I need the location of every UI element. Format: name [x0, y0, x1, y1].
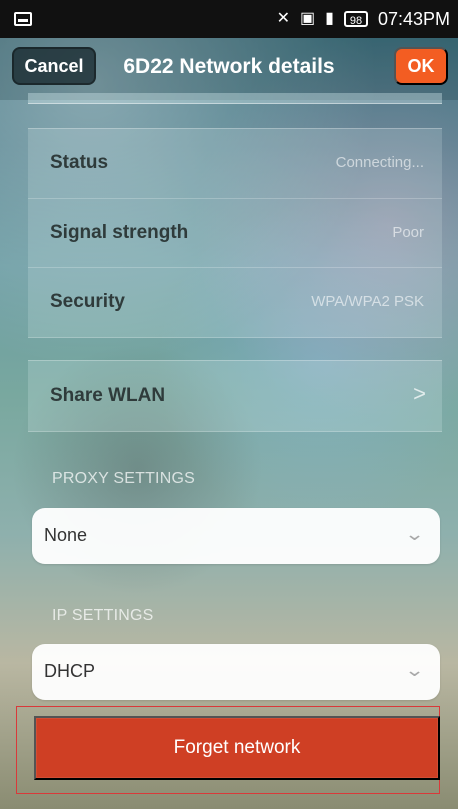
security-label: Security — [50, 291, 125, 312]
top-scroll-strip — [28, 93, 442, 104]
network-details-card: Status Connecting... Signal strength Poo… — [28, 128, 442, 338]
forget-network-button[interactable]: Forget network — [34, 716, 440, 780]
chevron-down-icon: ⌄ — [404, 524, 425, 544]
status-label: Status — [50, 152, 109, 173]
share-wlan-label: Share WLAN — [50, 385, 166, 406]
status-value: Connecting... — [335, 154, 424, 171]
proxy-settings-label: PROXY SETTINGS — [52, 470, 195, 487]
header-bar: Cancel 6D22 Network details OK — [0, 38, 458, 100]
security-row: Security WPA/WPA2 PSK — [28, 267, 442, 336]
screen-icon — [14, 12, 32, 26]
ip-settings-dropdown[interactable]: DHCP ⌄ — [32, 644, 440, 700]
proxy-settings-value: None — [44, 525, 88, 545]
security-value: WPA/WPA2 PSK — [311, 293, 424, 310]
status-bar-right: ✕ ▣ ▮ 98 07:43PM — [277, 0, 450, 38]
signal-strength-row: Signal strength Poor — [28, 198, 442, 267]
signal-strength-value: Poor — [392, 224, 424, 241]
signal-icon: ▮ — [325, 10, 334, 27]
status-bar: ✕ ▣ ▮ 98 07:43PM — [0, 0, 458, 38]
status-bar-time: 07:43PM — [377, 8, 450, 29]
proxy-settings-dropdown[interactable]: None ⌄ — [32, 508, 440, 564]
page-title: 6D22 Network details — [123, 55, 335, 78]
status-bar-left — [14, 0, 32, 38]
wifi-off-icon: ✕ — [276, 10, 291, 27]
share-wlan-row[interactable]: Share WLAN > — [28, 360, 442, 432]
chevron-right-icon: > — [413, 381, 426, 406]
signal-strength-label: Signal strength — [50, 222, 189, 243]
ok-button[interactable]: OK — [394, 47, 448, 85]
mobile-data-icon: ▣ — [300, 10, 316, 27]
chevron-down-icon: ⌄ — [404, 660, 425, 680]
status-row: Status Connecting... — [28, 129, 442, 197]
battery-indicator: 98 — [343, 11, 368, 27]
ip-settings-value: DHCP — [44, 661, 96, 681]
ip-settings-label: IP SETTINGS — [52, 607, 154, 624]
